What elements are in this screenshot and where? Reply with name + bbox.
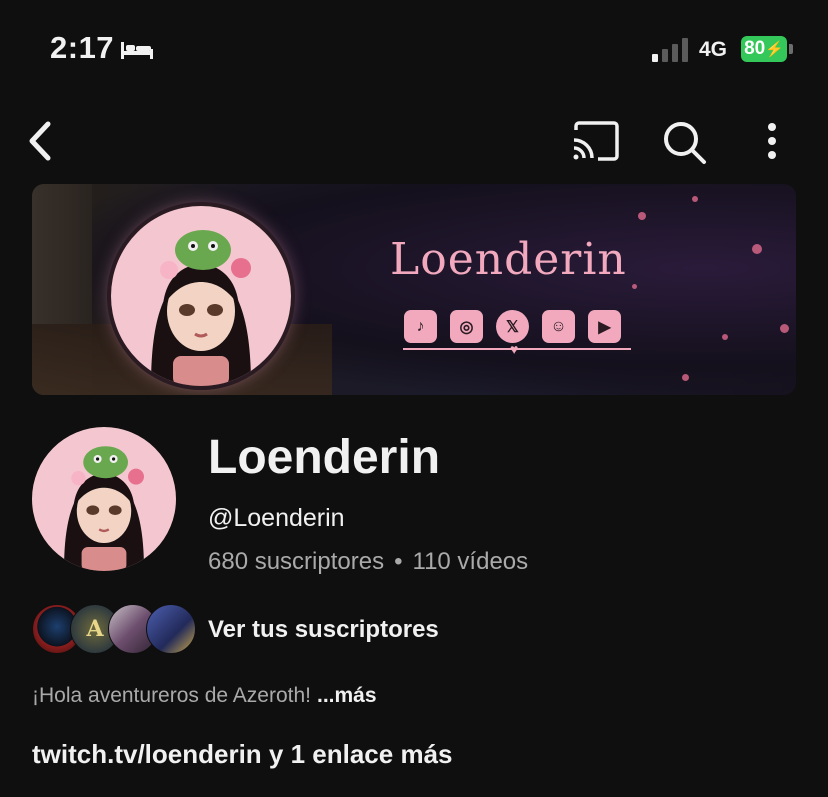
discord-icon: ☺ (542, 310, 575, 343)
youtube-icon: ▶ (588, 310, 621, 343)
channel-stats: 680 suscriptores • 110 vídeos (208, 548, 528, 576)
description-more-link[interactable]: ...más (317, 684, 377, 707)
more-options-icon[interactable] (752, 120, 792, 162)
search-icon[interactable] (660, 118, 708, 166)
battery-indicator: 80 ⚡ (741, 36, 787, 62)
stats-separator: • (394, 548, 403, 575)
primary-link[interactable]: twitch.tv/loenderin (32, 739, 262, 769)
back-arrow-icon[interactable] (22, 118, 58, 164)
battery-level: 80 (744, 38, 766, 59)
banner-title: Loenderin (390, 234, 627, 285)
tiktok-icon: ♪ (404, 310, 437, 343)
battery-cap (789, 44, 793, 54)
more-links-text: y 1 enlace más (261, 739, 453, 769)
banner-social-icons: ♪ ◎ 𝕏 ☺ ▶ (404, 310, 634, 344)
subscriber-avatar (146, 604, 196, 654)
video-count: 110 vídeos (412, 548, 529, 575)
banner-avatar-illustration (111, 206, 291, 386)
heart-icon: ♥ (510, 341, 519, 357)
subscriber-avatars[interactable]: A (32, 604, 196, 654)
description-text: ¡Hola aventureros de Azeroth! (32, 684, 311, 707)
channel-links[interactable]: twitch.tv/loenderin y 1 enlace más (32, 739, 453, 770)
charging-bolt-icon: ⚡ (765, 41, 784, 58)
sleep-focus-icon (121, 42, 153, 59)
cast-icon[interactable] (570, 120, 620, 162)
network-type: 4G (699, 38, 728, 61)
cellular-signal-icon (652, 38, 688, 62)
channel-banner: Loenderin ♪ ◎ 𝕏 ☺ ▶ ♥ (32, 184, 796, 395)
channel-description[interactable]: ¡Hola aventureros de Azeroth! ...más (32, 684, 377, 708)
status-time: 2:17 (50, 30, 115, 65)
channel-avatar[interactable] (32, 427, 176, 571)
instagram-icon: ◎ (450, 310, 483, 343)
see-subscribers-link[interactable]: Ver tus suscriptores (208, 616, 439, 644)
channel-handle: @Loenderin (208, 504, 345, 532)
channel-name: Loenderin (208, 431, 441, 484)
x-icon: 𝕏 (496, 310, 529, 343)
subscriber-count: 680 suscriptores (208, 548, 385, 575)
